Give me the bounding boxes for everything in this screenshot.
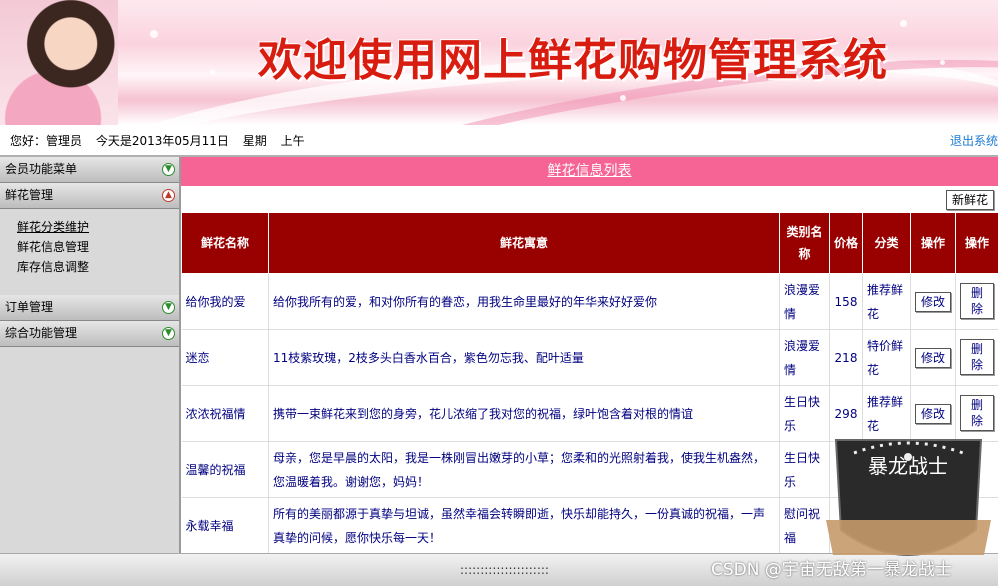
delete-button[interactable]: 删除 xyxy=(960,395,994,431)
sparkle xyxy=(620,95,626,101)
cell-category: 浪漫爱情 xyxy=(780,274,830,330)
edit-button[interactable]: 修改 xyxy=(915,348,951,368)
cell-category: 生日快乐 xyxy=(780,386,830,442)
cell-category: 生日快乐 xyxy=(780,442,830,498)
cell-meaning: 给你我所有的爱，和对你所有的眷恋，用我生命里最好的年华来好好爱你 xyxy=(269,274,780,330)
cell-name: 迷恋 xyxy=(182,330,269,386)
cell-name: 浓浓祝福情 xyxy=(182,386,269,442)
menu-flower[interactable]: 鲜花管理 ▲ xyxy=(0,183,179,209)
menu-general-label: 综合功能管理 xyxy=(5,326,77,340)
collapse-icon: ▲ xyxy=(162,189,175,202)
badge-text: 暴龙战士 xyxy=(868,454,948,478)
cell-category: 浪漫爱情 xyxy=(780,330,830,386)
col-header-type: 分类 xyxy=(863,213,911,274)
cell-meaning: 11枝紫玫瑰，2枝多头白香水百合，紫色勿忘我、配叶适量 xyxy=(269,330,780,386)
table-row: 给你我的爱 给你我所有的爱，和对你所有的眷恋，用我生命里最好的年华来好好爱你 浪… xyxy=(182,274,998,330)
logout-link[interactable]: 退出系统 xyxy=(950,132,998,149)
table-row: 迷恋 11枝紫玫瑰，2枝多头白香水百合，紫色勿忘我、配叶适量 浪漫爱情 218 … xyxy=(182,330,998,386)
sparkle xyxy=(940,60,945,65)
csdn-watermark: CSDN @宇宙无敌第一暴龙战士 xyxy=(711,555,952,580)
cell-edit: 修改 xyxy=(911,274,956,330)
cell-type: 特价鲜花 xyxy=(863,330,911,386)
col-header-delete: 操作 xyxy=(956,213,998,274)
toolbar: 新鲜花 xyxy=(181,186,998,212)
cell-name: 永载幸福 xyxy=(182,498,269,554)
sparkle xyxy=(150,30,158,38)
menu-member[interactable]: 会员功能菜单 ▼ xyxy=(0,157,179,183)
expand-icon: ▼ xyxy=(162,327,175,340)
cell-category: 慰问祝福 xyxy=(780,498,830,554)
col-header-meaning: 鲜花寓意 xyxy=(269,213,780,274)
list-title-bar: 鲜花信息列表 xyxy=(181,157,998,186)
cell-delete: 删除 xyxy=(956,386,998,442)
info-bar: 您好：管理员 今天是2013年05月11日 星期 上午 退出系统 xyxy=(0,125,998,157)
menu-order[interactable]: 订单管理 ▼ xyxy=(0,295,179,321)
new-flower-button[interactable]: 新鲜花 xyxy=(946,190,994,210)
list-title[interactable]: 鲜花信息列表 xyxy=(548,163,632,179)
cell-name: 温馨的祝福 xyxy=(182,442,269,498)
cell-name: 给你我的爱 xyxy=(182,274,269,330)
expand-icon: ▼ xyxy=(162,301,175,314)
sidebar-item-stock[interactable]: 库存信息调整 xyxy=(17,257,179,277)
sparkle xyxy=(900,20,907,27)
banner-portrait-image xyxy=(0,0,118,125)
menu-flower-label: 鲜花管理 xyxy=(5,188,53,202)
table-row: 浓浓祝福情 携带一束鲜花来到您的身旁，花儿浓缩了我对您的祝福，绿叶饱含着对根的情… xyxy=(182,386,998,442)
menu-order-label: 订单管理 xyxy=(5,300,53,314)
delete-button[interactable]: 删除 xyxy=(960,339,994,375)
edit-button[interactable]: 修改 xyxy=(915,292,951,312)
cell-type: 推荐鲜花 xyxy=(863,274,911,330)
delete-button[interactable]: 删除 xyxy=(960,283,994,319)
cell-edit: 修改 xyxy=(911,330,956,386)
cell-delete: 删除 xyxy=(956,330,998,386)
expand-icon: ▼ xyxy=(162,163,175,176)
sidebar: 会员功能菜单 ▼ 鲜花管理 ▲ 鲜花分类维护 鲜花信息管理 库存信息调整 订单管… xyxy=(0,157,181,553)
ampm-label: 上午 xyxy=(281,134,305,148)
col-header-price: 价格 xyxy=(830,213,863,274)
cell-edit: 修改 xyxy=(911,386,956,442)
banner-title: 欢迎使用网上鲜花购物管理系统 xyxy=(258,24,888,88)
cell-meaning: 携带一束鲜花来到您的身旁，花儿浓缩了我对您的祝福，绿叶饱含着对根的情谊 xyxy=(269,386,780,442)
col-header-category: 类别名称 xyxy=(780,213,830,274)
sidebar-item-category[interactable]: 鲜花分类维护 xyxy=(17,217,179,237)
table-header-row: 鲜花名称 鲜花寓意 类别名称 价格 分类 操作 操作 xyxy=(182,213,998,274)
banner: 欢迎使用网上鲜花购物管理系统 xyxy=(0,0,998,125)
cell-price: 298 xyxy=(830,386,863,442)
cell-delete: 删除 xyxy=(956,274,998,330)
current-date: 今天是2013年05月11日 xyxy=(96,134,229,148)
cell-price: 158 xyxy=(830,274,863,330)
cell-meaning: 母亲，您是早晨的太阳，我是一株刚冒出嫩芽的小草；您柔和的光照射着我，使我生机盎然… xyxy=(269,442,780,498)
col-header-edit: 操作 xyxy=(911,213,956,274)
menu-member-label: 会员功能菜单 xyxy=(5,162,77,176)
col-header-name: 鲜花名称 xyxy=(182,213,269,274)
edit-button[interactable]: 修改 xyxy=(915,404,951,424)
weekday-label: 星期 xyxy=(243,134,267,148)
sidebar-item-info[interactable]: 鲜花信息管理 xyxy=(17,237,179,257)
footer-text: :::::::::::::::::::::: xyxy=(460,563,549,577)
cell-price: 218 xyxy=(830,330,863,386)
menu-general[interactable]: 综合功能管理 ▼ xyxy=(0,321,179,347)
greeting-user: 您好：管理员 xyxy=(10,134,82,148)
cell-type: 推荐鲜花 xyxy=(863,386,911,442)
cell-meaning: 所有的美丽都源于真挚与坦诚，虽然幸福会转瞬即逝，快乐却能持久，一份真诚的祝福，一… xyxy=(269,498,780,554)
sparkle xyxy=(210,70,215,75)
flower-submenu: 鲜花分类维护 鲜花信息管理 库存信息调整 xyxy=(0,209,179,295)
greeting-line: 您好：管理员 今天是2013年05月11日 星期 上午 xyxy=(10,132,315,149)
